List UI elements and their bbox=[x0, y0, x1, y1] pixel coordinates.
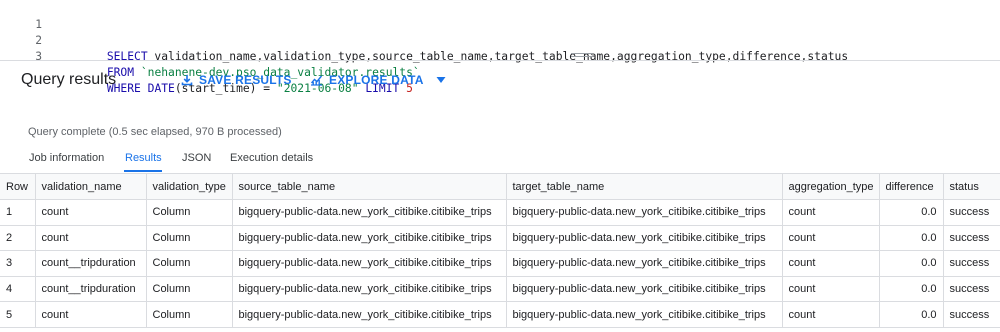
table-cell[interactable]: bigquery-public-data.new_york_citibike.c… bbox=[505, 250, 783, 277]
table-cell[interactable]: bigquery-public-data.new_york_citibike.c… bbox=[505, 199, 783, 226]
column-header: source_table_name bbox=[231, 173, 507, 200]
table-cell[interactable]: bigquery-public-data.new_york_citibike.c… bbox=[505, 301, 783, 328]
query-results-header: Query results SAVE RESULTS EXPLORE DATA bbox=[0, 60, 1000, 102]
tab-json[interactable]: JSON bbox=[182, 152, 211, 164]
table-cell[interactable]: Column bbox=[145, 250, 233, 277]
table-row[interactable]: 1 count Column bigquery-public-data.new_… bbox=[0, 199, 1000, 226]
tab-execution-details[interactable]: Execution details bbox=[230, 152, 313, 164]
table-cell[interactable]: 0.0 bbox=[878, 301, 944, 328]
tab-results[interactable]: Results bbox=[125, 152, 162, 164]
active-tab-indicator bbox=[124, 170, 162, 172]
caret-down-icon[interactable] bbox=[436, 76, 446, 84]
table-cell[interactable]: bigquery-public-data.new_york_citibike.c… bbox=[231, 224, 507, 252]
explore-data-button[interactable]: EXPLORE DATA bbox=[310, 73, 446, 87]
download-icon bbox=[181, 75, 193, 86]
table-cell[interactable]: count bbox=[781, 224, 880, 252]
table-cell[interactable]: count bbox=[781, 301, 880, 328]
editor-line-3[interactable]: 3 WHERE DATE(start_time) = "2021-06-08" … bbox=[0, 33, 1000, 95]
column-header: Row bbox=[0, 173, 36, 200]
editor-line-2[interactable]: 2 FROM `nehanene-dev.pso_data_validator.… bbox=[0, 17, 1000, 79]
table-cell[interactable]: success bbox=[942, 301, 1000, 328]
table-cell[interactable]: bigquery-public-data.new_york_citibike.c… bbox=[231, 275, 507, 303]
column-header: validation_name bbox=[34, 173, 147, 200]
table-cell[interactable]: count bbox=[781, 199, 880, 226]
bar-chart-icon bbox=[310, 75, 323, 86]
table-cell[interactable]: 0.0 bbox=[878, 275, 944, 303]
table-row[interactable]: 5 count Column bigquery-public-data.new_… bbox=[0, 301, 1000, 328]
table-cell[interactable]: count__tripduration bbox=[34, 275, 147, 303]
results-table-container: Row validation_name validation_type sour… bbox=[0, 173, 1000, 328]
save-results-button[interactable]: SAVE RESULTS bbox=[181, 73, 292, 87]
table-cell[interactable]: count bbox=[34, 301, 147, 328]
table-cell[interactable]: Column bbox=[145, 301, 233, 328]
table-cell[interactable]: success bbox=[942, 250, 1000, 277]
table-cell[interactable]: count bbox=[34, 199, 147, 226]
row-number-cell: 3 bbox=[0, 250, 36, 277]
tab-job-information[interactable]: Job information bbox=[29, 152, 104, 164]
table-cell[interactable]: count bbox=[781, 250, 880, 277]
row-number-cell: 4 bbox=[0, 275, 36, 303]
table-cell[interactable]: Column bbox=[145, 275, 233, 303]
explore-data-label: EXPLORE DATA bbox=[329, 73, 424, 87]
results-table: Row validation_name validation_type sour… bbox=[0, 173, 1000, 328]
table-cell[interactable]: success bbox=[942, 199, 1000, 226]
editor-resize-handle[interactable] bbox=[571, 53, 593, 57]
column-header: aggregation_type bbox=[781, 173, 880, 200]
row-number-cell: 2 bbox=[0, 224, 36, 252]
table-row[interactable]: 3 count__tripduration Column bigquery-pu… bbox=[0, 250, 1000, 277]
table-cell[interactable]: 0.0 bbox=[878, 250, 944, 277]
query-results-title: Query results bbox=[21, 71, 117, 88]
table-cell[interactable]: bigquery-public-data.new_york_citibike.c… bbox=[505, 224, 783, 252]
column-header: target_table_name bbox=[505, 173, 783, 200]
table-cell[interactable]: 0.0 bbox=[878, 224, 944, 252]
editor-line-1[interactable]: 1 SELECT validation_name,validation_type… bbox=[0, 1, 1000, 63]
table-header-row: Row validation_name validation_type sour… bbox=[0, 173, 1000, 200]
column-header: status bbox=[942, 173, 1000, 200]
save-results-label: SAVE RESULTS bbox=[199, 73, 292, 87]
table-cell[interactable]: success bbox=[942, 275, 1000, 303]
table-cell[interactable]: bigquery-public-data.new_york_citibike.c… bbox=[505, 275, 783, 303]
column-header: difference bbox=[878, 173, 944, 200]
table-row[interactable]: 2 count Column bigquery-public-data.new_… bbox=[0, 224, 1000, 252]
row-number-cell: 5 bbox=[0, 301, 36, 328]
table-cell[interactable]: Column bbox=[145, 224, 233, 252]
table-cell[interactable]: bigquery-public-data.new_york_citibike.c… bbox=[231, 199, 507, 226]
table-cell[interactable]: bigquery-public-data.new_york_citibike.c… bbox=[231, 250, 507, 277]
table-cell[interactable]: count bbox=[34, 224, 147, 252]
table-cell[interactable]: bigquery-public-data.new_york_citibike.c… bbox=[231, 301, 507, 328]
table-cell[interactable]: count bbox=[781, 275, 880, 303]
sql-editor[interactable]: 1 SELECT validation_name,validation_type… bbox=[0, 0, 1000, 95]
table-cell[interactable]: success bbox=[942, 224, 1000, 252]
table-row[interactable]: 4 count__tripduration Column bigquery-pu… bbox=[0, 275, 1000, 303]
table-cell[interactable]: 0.0 bbox=[878, 199, 944, 226]
query-status-text: Query complete (0.5 sec elapsed, 970 B p… bbox=[28, 126, 282, 138]
table-cell[interactable]: Column bbox=[145, 199, 233, 226]
row-number-cell: 1 bbox=[0, 199, 36, 226]
column-header: validation_type bbox=[145, 173, 233, 200]
table-cell[interactable]: count__tripduration bbox=[34, 250, 147, 277]
